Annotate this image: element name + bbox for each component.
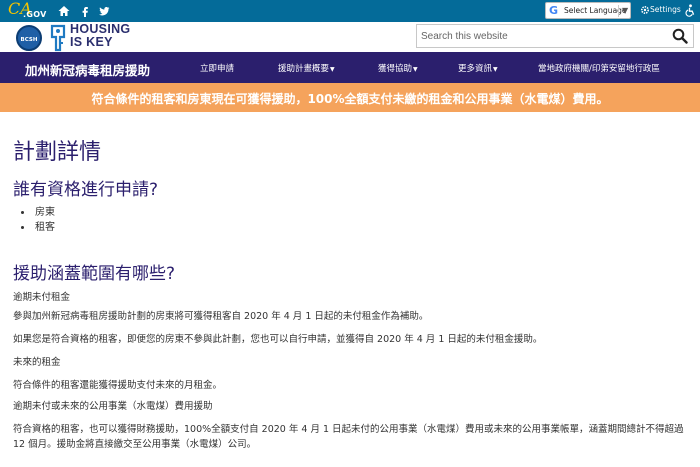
coverage-heading: 援助涵蓋範圍有哪些? xyxy=(13,264,176,284)
nav-item-program-overview[interactable]: 援助計畫概要▼ xyxy=(278,62,335,74)
eligibility-heading: 誰有資格進行申請? xyxy=(13,180,159,200)
nav-item-label: 當地政府機關/印第安留地行政區 xyxy=(538,64,660,74)
nav-item-label: 更多資訊 xyxy=(458,64,493,74)
twitter-icon[interactable] xyxy=(97,4,111,18)
search-icon[interactable] xyxy=(672,28,688,44)
key-icon xyxy=(50,24,66,52)
nav-item-apply-now[interactable]: 立即申請 xyxy=(200,62,234,74)
ca-gov-logo-gov: .GOV xyxy=(23,10,47,19)
nav-item-get-help[interactable]: 獲得協助▼ xyxy=(378,62,418,74)
site-title[interactable]: 加州新冠病毒租房援助 xyxy=(25,60,150,79)
facebook-icon[interactable] xyxy=(78,4,92,18)
accessibility-icon[interactable] xyxy=(684,4,696,17)
future-rent-paragraph: 符合條件的租客還能獲得援助支付未來的月租金。 xyxy=(13,380,223,391)
main-nav: 加州新冠病毒租房援助 立即申請 援助計畫概要▼ 獲得協助▼ 更多資訊▼ 當地政府… xyxy=(0,52,700,83)
announcement-banner: 符合條件的租客和房東現在可獲得援助，100%全額支付未繳的租金和公用事業（水電煤… xyxy=(0,83,700,112)
caret-down-icon: ▼ xyxy=(493,66,498,73)
list-item: 租客 xyxy=(21,220,55,235)
home-icon[interactable] xyxy=(57,4,71,18)
housing-is-key-logo[interactable]: HOUSING IS KEY xyxy=(70,23,130,49)
eligibility-list: 房東 租客 xyxy=(21,205,55,235)
banner-text: 符合條件的租客和房東現在可獲得援助，100%全額支付未繳的租金和公用事業（水電煤… xyxy=(91,92,609,106)
list-item: 房東 xyxy=(21,205,55,220)
google-translate-icon: G xyxy=(549,4,559,17)
chevron-down-icon: ▼ xyxy=(618,5,628,17)
search-box xyxy=(416,24,694,48)
nav-item-label: 獲得協助 xyxy=(378,64,413,74)
bcsh-seal-logo[interactable]: BCSH xyxy=(16,25,42,51)
utility-bar: CA .GOV G Select Language ▼ Settings xyxy=(0,0,700,22)
future-rent-label: 未來的租金 xyxy=(13,357,61,368)
past-rent-paragraph-2: 如果您是符合資格的租客，即便您的房東不參與此計劃，您也可以自行申請，並獲得自 2… xyxy=(13,334,543,345)
settings-label: Settings xyxy=(650,5,681,14)
ca-gov-logo[interactable]: CA .GOV xyxy=(8,0,47,21)
site-header: BCSH HOUSING IS KEY xyxy=(0,22,700,52)
nav-item-more-info[interactable]: 更多資訊▼ xyxy=(458,62,498,74)
caret-down-icon: ▼ xyxy=(413,66,418,73)
caret-down-icon: ▼ xyxy=(330,66,335,73)
utilities-label: 逾期未付或未來的公用事業（水電煤）費用援助 xyxy=(13,401,213,412)
brand-line-2: IS KEY xyxy=(70,35,113,49)
gear-icon xyxy=(640,5,650,15)
language-select[interactable]: G Select Language ▼ xyxy=(545,2,631,19)
nav-item-local-government[interactable]: 當地政府機關/印第安留地行政區 xyxy=(538,62,660,74)
nav-item-label: 援助計畫概要 xyxy=(278,64,330,74)
utilities-paragraph: 符合資格的租客，也可以獲得財務援助，100%全額支付自 2020 年 4 月 1… xyxy=(13,424,684,450)
past-rent-label: 逾期未付租金 xyxy=(13,292,71,303)
past-rent-paragraph-1: 參與加州新冠病毒租房援助計劃的房東將可獲得租客自 2020 年 4 月 1 日起… xyxy=(13,311,429,322)
nav-item-label: 立即申請 xyxy=(200,64,235,74)
page-title: 計劃詳情 xyxy=(13,140,102,165)
search-input[interactable] xyxy=(421,28,661,44)
bcsh-seal-text: BCSH xyxy=(20,37,38,43)
